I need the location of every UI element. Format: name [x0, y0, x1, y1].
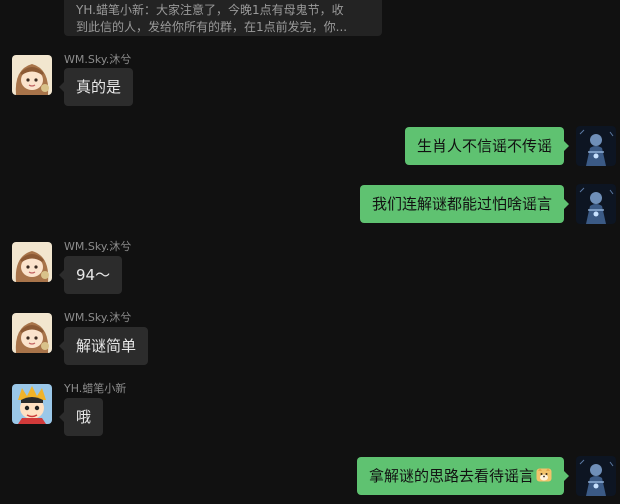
doge-emoji-icon: [536, 467, 552, 483]
message-bubble[interactable]: 拿解谜的思路去看待谣言: [356, 457, 570, 495]
message-bubble[interactable]: 真的是: [58, 68, 134, 106]
message-bubble[interactable]: 94～: [58, 256, 123, 294]
avatar-self[interactable]: [576, 456, 616, 496]
sender-name: WM.Sky.沐兮: [64, 240, 132, 253]
quoted-line-1: YH.蜡笔小新：大家注意了，今晚1点有母鬼节，收: [76, 3, 344, 17]
avatar-sky[interactable]: [12, 313, 52, 353]
avatar-sky[interactable]: [12, 242, 52, 282]
message-text: 拿解谜的思路去看待谣言: [368, 467, 534, 485]
quoted-message[interactable]: YH.蜡笔小新：大家注意了，今晚1点有母鬼节，收 到此信的人，发给你所有的群，在…: [64, 0, 382, 36]
sender-name: YH.蜡笔小新: [64, 382, 127, 395]
sender-name: WM.Sky.沐兮: [64, 53, 132, 66]
message-bubble[interactable]: 生肖人不信谣不传谣: [404, 127, 570, 165]
message-bubble[interactable]: 哦: [58, 398, 104, 436]
quoted-line-2: 到此信的人，发给你所有的群，在1点前发完，你...: [76, 20, 348, 34]
avatar-self[interactable]: [576, 184, 616, 224]
chat-window: YH.蜡笔小新：大家注意了，今晚1点有母鬼节，收 到此信的人，发给你所有的群，在…: [0, 0, 620, 504]
avatar-yh[interactable]: [12, 384, 52, 424]
avatar-self[interactable]: [576, 126, 616, 166]
avatar-sky[interactable]: [12, 55, 52, 95]
message-bubble[interactable]: 解谜简单: [58, 327, 149, 365]
sender-name: WM.Sky.沐兮: [64, 311, 132, 324]
message-bubble[interactable]: 我们连解谜都能过怕啥谣言: [359, 185, 570, 223]
